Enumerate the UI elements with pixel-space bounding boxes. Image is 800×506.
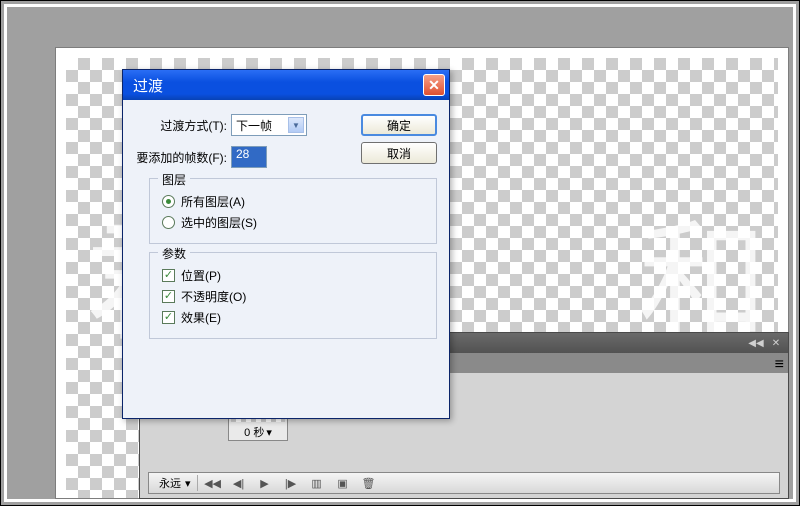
check-effects-label: 效果(E) <box>181 309 221 326</box>
inner-frame: 君 和 ◀◀ ✕ ≡ 0 秒 ▾ <box>4 4 796 502</box>
check-position-label: 位置(P) <box>181 267 221 284</box>
radio-selected-label: 选中的图层(S) <box>181 214 257 231</box>
panel-menu-icon[interactable]: ≡ <box>775 356 784 374</box>
tween-dialog: 过渡 ✕ 确定 取消 过渡方式(T): 下一帧 ▼ 要添加的帧数( <box>122 69 450 419</box>
method-label: 过渡方式(T): <box>135 117 231 134</box>
chevron-down-icon: ▾ <box>185 477 191 490</box>
check-opacity-label: 不透明度(O) <box>181 288 246 305</box>
layers-legend: 图层 <box>158 171 190 188</box>
dialog-title: 过渡 <box>133 75 423 96</box>
frames-label: 要添加的帧数(F): <box>135 149 231 166</box>
dropdown-arrow-icon: ▼ <box>288 117 304 133</box>
first-frame-button[interactable]: ◀◀ <box>202 474 224 492</box>
frame-time-2[interactable]: 0 秒 ▾ <box>229 424 287 440</box>
chevron-down-icon: ▾ <box>266 426 272 439</box>
close-icon: ✕ <box>428 77 440 94</box>
play-button[interactable]: ▶ <box>254 474 276 492</box>
radio-icon-off <box>162 216 175 229</box>
frame-time-2-label: 0 秒 <box>244 424 264 440</box>
gray-frame: 君 和 ◀◀ ✕ ≡ 0 秒 ▾ <box>7 7 793 499</box>
checkbox-icon: ✓ <box>162 311 175 324</box>
frames-input[interactable]: 28 <box>231 146 267 168</box>
params-legend: 参数 <box>158 245 190 262</box>
close-button[interactable]: ✕ <box>423 74 445 96</box>
checkbox-icon: ✓ <box>162 269 175 282</box>
radio-icon-on <box>162 195 175 208</box>
ok-button[interactable]: 确定 <box>361 114 437 136</box>
dialog-button-column: 确定 取消 <box>361 114 437 164</box>
method-select[interactable]: 下一帧 ▼ <box>231 114 307 136</box>
dialog-titlebar[interactable]: 过渡 ✕ <box>123 70 449 100</box>
check-effects[interactable]: ✓ 效果(E) <box>162 309 424 326</box>
app-background: 君 和 ◀◀ ✕ ≡ 0 秒 ▾ <box>0 0 800 506</box>
panel-collapse-icon[interactable]: ◀◀ <box>748 336 764 350</box>
prev-frame-button[interactable]: ◀| <box>228 474 250 492</box>
method-value: 下一帧 <box>236 117 272 134</box>
cancel-button[interactable]: 取消 <box>361 142 437 164</box>
checkbox-icon: ✓ <box>162 290 175 303</box>
tween-button[interactable]: ▥ <box>306 474 328 492</box>
check-position[interactable]: ✓ 位置(P) <box>162 267 424 284</box>
panel-close-icon[interactable]: ✕ <box>768 336 784 350</box>
layers-fieldset: 图层 所有图层(A) 选中的图层(S) <box>149 178 437 244</box>
radio-all-layers[interactable]: 所有图层(A) <box>162 193 424 210</box>
new-frame-button[interactable]: ▣ <box>332 474 354 492</box>
radio-all-label: 所有图层(A) <box>181 193 245 210</box>
loop-dropdown[interactable]: 永远 ▾ <box>153 475 198 491</box>
delete-frame-button[interactable]: 🗑 <box>358 474 380 492</box>
loop-label: 永远 <box>159 475 181 491</box>
playback-bar: 永远 ▾ ◀◀ ◀| ▶ |▶ ▥ ▣ 🗑 <box>148 472 780 494</box>
next-frame-button[interactable]: |▶ <box>280 474 302 492</box>
check-opacity[interactable]: ✓ 不透明度(O) <box>162 288 424 305</box>
radio-selected-layer[interactable]: 选中的图层(S) <box>162 214 424 231</box>
params-fieldset: 参数 ✓ 位置(P) ✓ 不透明度(O) ✓ 效果(E) <box>149 252 437 339</box>
